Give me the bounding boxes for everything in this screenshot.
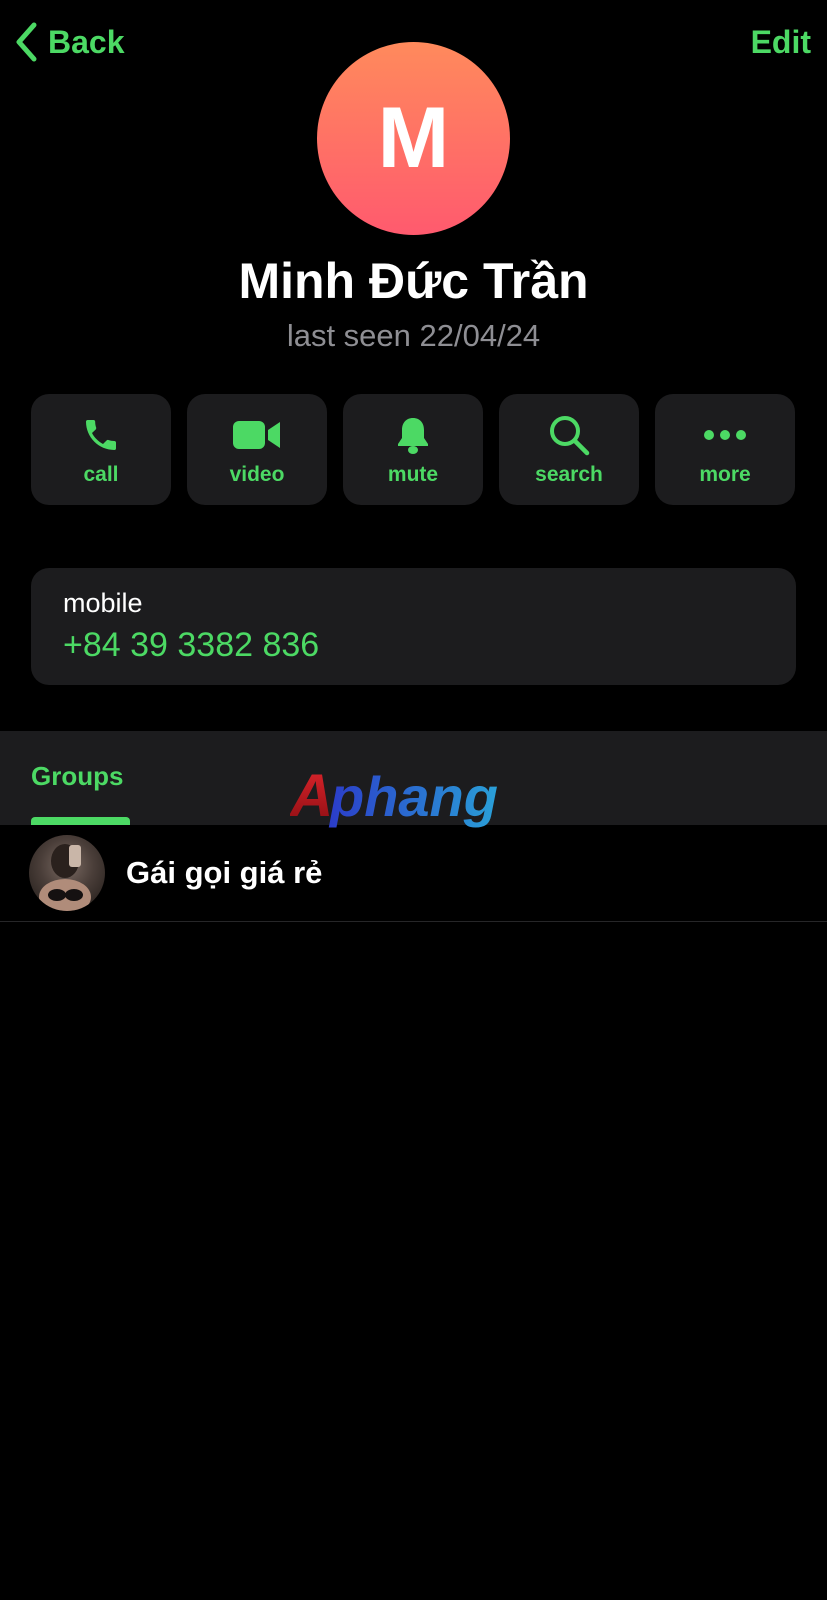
search-label: search [535,462,603,486]
tab-selected-indicator [31,817,130,825]
video-camera-icon [233,420,280,449]
more-label: more [699,462,751,486]
back-button[interactable]: Back [14,20,125,64]
watermark-letters: phang [328,765,498,828]
list-item[interactable]: Gái gọi giá rẻ [0,825,827,921]
mute-button[interactable]: mute [343,394,483,505]
phone-icon [86,419,116,450]
tab-groups[interactable]: Groups [31,761,123,792]
watermark-logo: A phang [290,764,498,829]
group-avatar [29,835,105,911]
list-divider [0,921,827,922]
contact-name: Minh Đức Trần [238,253,589,309]
chevron-left-icon [16,22,37,62]
search-icon [550,415,590,455]
back-label: Back [48,23,125,60]
video-button[interactable]: video [187,394,327,505]
more-dots-icon [704,429,746,440]
mute-label: mute [387,462,439,486]
phone-number[interactable]: +84 39 3382 836 [63,626,319,665]
search-button[interactable]: search [499,394,639,505]
group-name: Gái gọi giá rẻ [126,855,323,890]
bell-icon [398,417,428,454]
group-photo-placeholder [39,844,91,911]
more-button[interactable]: more [655,394,795,505]
contact-avatar[interactable]: M [317,42,510,235]
last-seen-status: last seen 22/04/24 [286,318,541,353]
video-label: video [229,462,285,486]
action-buttons-row: call video mute search more [31,394,795,505]
edit-button[interactable]: Edit [751,20,811,64]
avatar-initial: M [377,90,450,186]
call-button[interactable]: call [31,394,171,505]
call-label: call [83,462,119,486]
watermark-letter-a: A [290,764,333,829]
phone-type-label: mobile [63,588,143,618]
phone-info-card[interactable]: mobile +84 39 3382 836 [31,568,796,685]
